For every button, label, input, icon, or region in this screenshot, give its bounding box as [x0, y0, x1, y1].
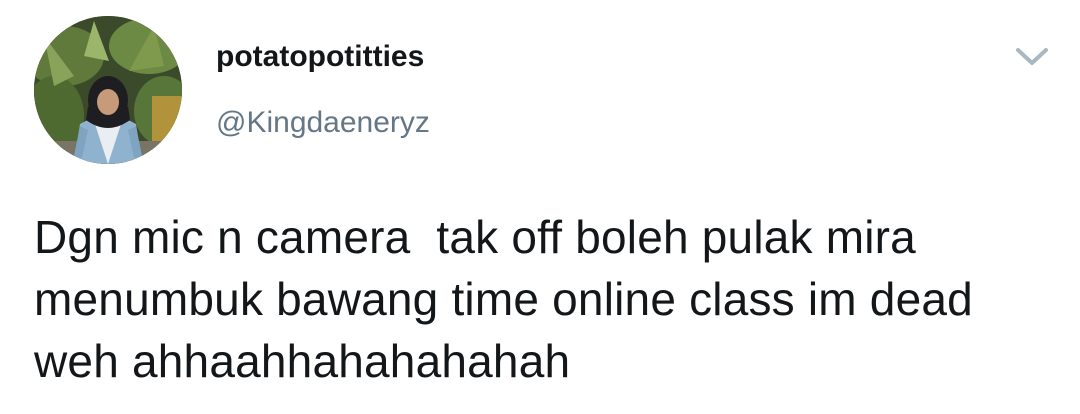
avatar[interactable]: [34, 16, 182, 164]
chevron-down-icon: [1016, 48, 1048, 65]
tweet-text: Dgn mic n camera tak off boleh pulak mir…: [34, 211, 986, 387]
tweet-menu-button[interactable]: [1010, 38, 1054, 74]
display-name[interactable]: potatopotitties: [216, 40, 424, 74]
tweet-card: potatopotitties @Kingdaeneryz Dgn mic n …: [0, 0, 1080, 414]
user-handle[interactable]: @Kingdaeneryz: [216, 106, 430, 140]
avatar-photo-icon: [34, 16, 182, 164]
